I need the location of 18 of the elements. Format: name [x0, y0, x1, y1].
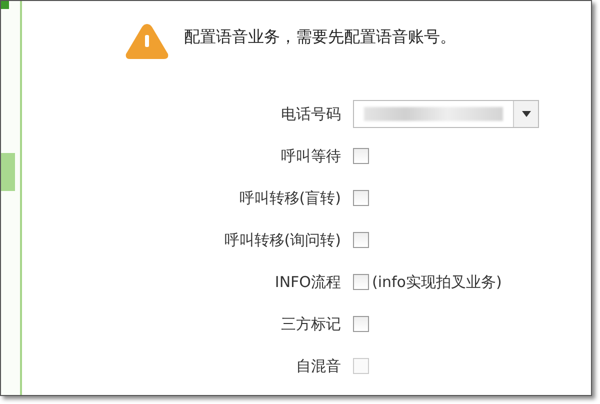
field-label: 呼叫转移(询问转)	[223, 230, 342, 250]
checkbox[interactable]	[353, 190, 369, 206]
field-label: 自混音	[295, 356, 342, 376]
checkbox[interactable]	[353, 316, 369, 332]
field-label: 三方标记	[280, 314, 342, 334]
field-label: 电话号码	[280, 104, 342, 124]
checkbox[interactable]	[353, 148, 369, 164]
sidebar-marker	[1, 1, 9, 9]
warning-icon	[124, 21, 170, 61]
phone-select[interactable]	[353, 100, 539, 128]
field-label: 呼叫等待	[280, 146, 342, 166]
notice-text: 配置语音业务，需要先配置语音账号。	[184, 26, 456, 48]
dropdown-icon	[522, 111, 530, 117]
field-label: INFO流程	[274, 272, 342, 292]
checkbox[interactable]	[353, 274, 369, 290]
checkbox[interactable]	[353, 232, 369, 248]
field-label: 呼叫转移(盲转)	[238, 188, 342, 208]
field-note: (info实现拍叉业务)	[372, 272, 502, 292]
